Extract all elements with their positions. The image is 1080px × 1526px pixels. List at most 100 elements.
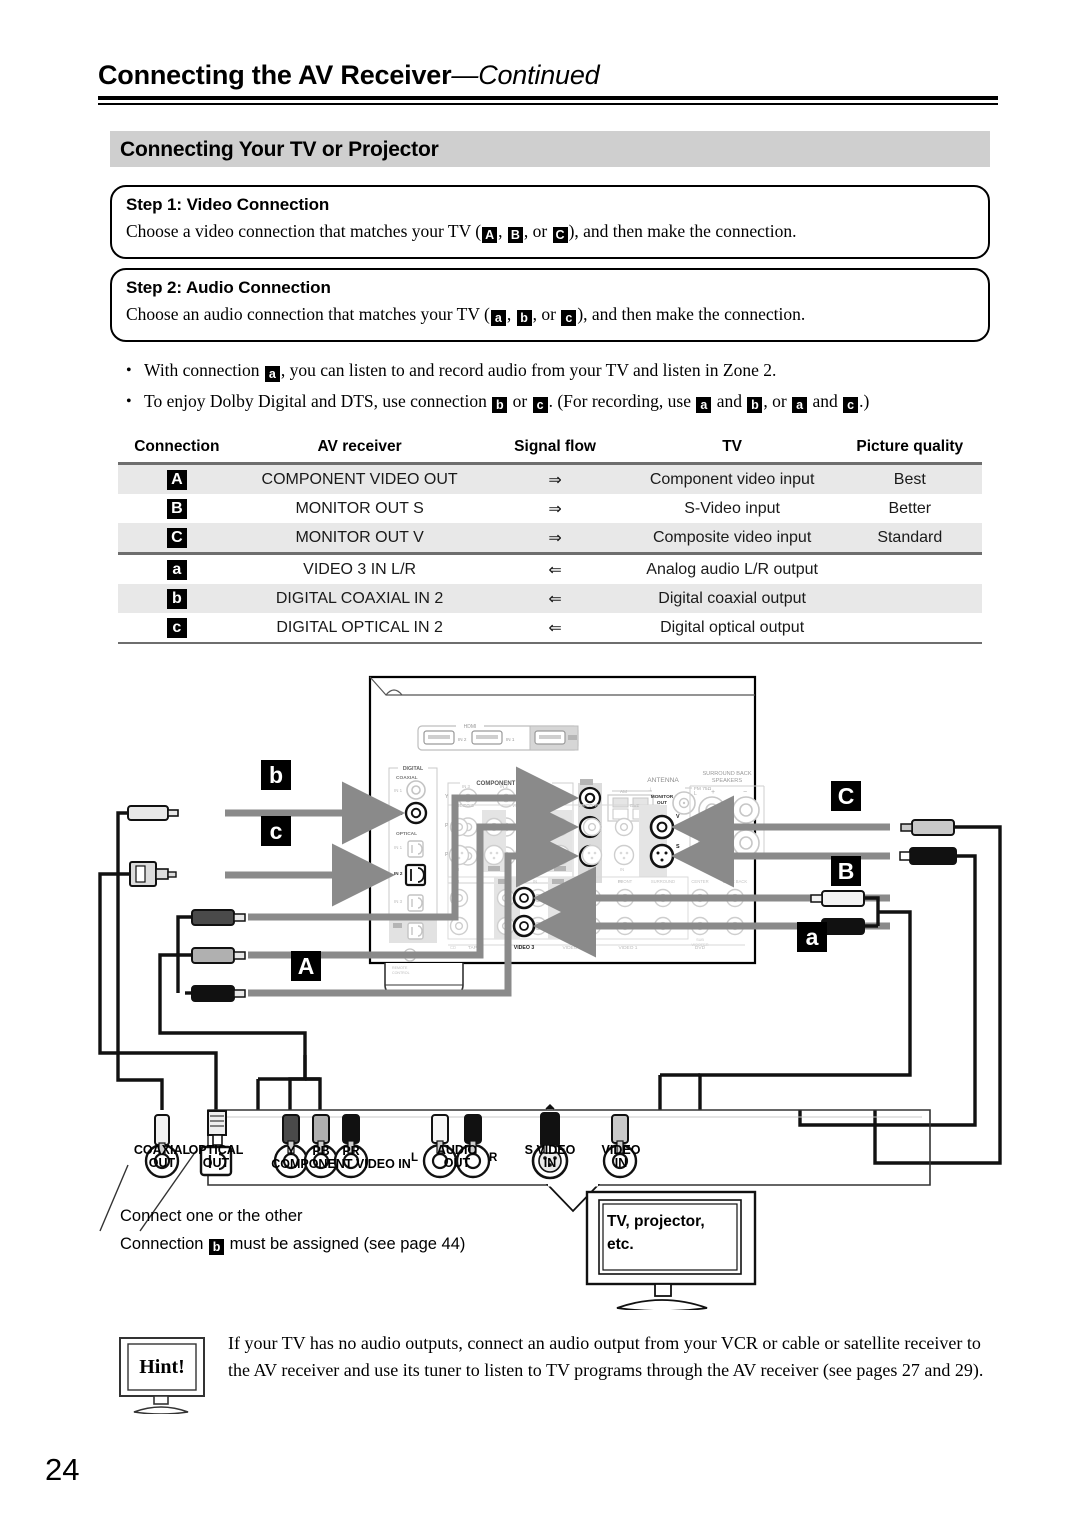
step-2-text-after: ), and then make the connection. — [577, 304, 806, 324]
diagram-badge-A: A — [291, 951, 321, 981]
tv-jack-label-pb: PB — [312, 1144, 330, 1158]
table-row: C MONITOR OUT V ⇒ Composite video input … — [118, 523, 982, 554]
step-1-box: Step 1: Video Connection Choose a video … — [110, 185, 990, 259]
key-badge-b: b — [166, 589, 187, 609]
col-header-av-receiver: AV receiver — [317, 438, 402, 455]
step-1-text-before: Choose a video connection that matches y… — [126, 221, 482, 241]
page-title-main: Connecting the AV Receiver — [98, 60, 452, 90]
step-2-body: Choose an audio connection that matches … — [126, 304, 805, 326]
step-1-text-after: ), and then make the connection. — [568, 221, 797, 241]
col-header-signal-flow: Signal flow — [514, 438, 596, 455]
hint-text: If your TV has no audio outputs, connect… — [228, 1333, 984, 1380]
header-rule-thick — [98, 96, 998, 100]
cell-picture-quality — [838, 613, 982, 643]
tv-jack-label-video-in: VIDEO IN — [601, 1143, 641, 1170]
cell-av-receiver: MONITOR OUT V — [235, 523, 484, 554]
table-row: a VIDEO 3 IN L/R ⇐ Analog audio L/R outp… — [118, 552, 982, 584]
cell-tv: S-Video input — [684, 499, 780, 517]
cell-picture-quality: Better — [888, 499, 932, 517]
cell-signal-flow: ⇒ — [483, 523, 627, 554]
step-1-title: Step 1: Video Connection — [126, 195, 330, 214]
cell-av-receiver: DIGITAL OPTICAL IN 2 — [276, 618, 443, 636]
key-badge-A: A — [482, 227, 498, 243]
step-2-sep1: , — [506, 304, 516, 324]
cell-tv: Digital coaxial output — [626, 584, 838, 613]
cell-signal-flow: ⇐ — [483, 584, 627, 613]
cell-tv: Analog audio L/R output — [626, 552, 838, 584]
key-badge-A: A — [166, 470, 187, 490]
bullet-2-p5: , or — [763, 391, 792, 411]
hint-label: Hint! — [139, 1356, 185, 1378]
key-badge-a: a — [696, 397, 712, 413]
table-bottom-rule — [118, 642, 982, 645]
key-badge-c: c — [532, 397, 548, 413]
bullet-2-p2: or — [508, 391, 532, 411]
table-row: c DIGITAL OPTICAL IN 2 ⇐ Digital optical… — [118, 613, 982, 643]
key-badge-B: B — [166, 499, 187, 519]
bullet-1-p2: , you can listen to and record audio fro… — [280, 360, 777, 380]
cell-av-receiver: DIGITAL COAXIAL IN 2 — [235, 584, 484, 613]
key-badge-b: b — [747, 397, 763, 413]
cell-av-receiver: VIDEO 3 IN L/R — [235, 552, 484, 584]
table-header-row: Connection AV receiver Signal flow TV Pi… — [118, 432, 982, 464]
bullet-item: • With connection a, you can listen to an… — [122, 360, 1002, 382]
diagram-badge-b: b — [261, 760, 291, 790]
table-row: B MONITOR OUT S ⇒ S-Video input Better — [118, 494, 982, 523]
key-badge-a: a — [166, 560, 187, 580]
tv-jack-label-audio-l: L — [411, 1152, 419, 1164]
cell-picture-quality: Standard — [837, 523, 982, 554]
diagram-badge-a: a — [797, 922, 827, 952]
key-badge-b: b — [492, 397, 508, 413]
page-header: Connecting the AV Receiver—Continued — [98, 60, 998, 91]
key-badge-B: B — [507, 227, 523, 243]
cell-signal-flow: ⇒ — [548, 500, 562, 518]
step-2-sep2: , or — [532, 304, 561, 324]
cell-connection: C — [118, 523, 236, 554]
cell-signal-flow: ⇐ — [483, 552, 627, 584]
page-title-continued: —Continued — [451, 60, 600, 90]
section-bar: Connecting Your TV or Projector — [110, 131, 990, 167]
diagram-notes: Connect one or the other Connection b mu… — [120, 1203, 640, 1257]
step-1-body: Choose a video connection that matches y… — [126, 221, 796, 243]
cell-connection: A — [118, 462, 236, 494]
step-2-text-before: Choose an audio connection that matches … — [126, 304, 490, 324]
cell-av-receiver: COMPONENT VIDEO OUT — [235, 462, 484, 494]
key-badge-C: C — [552, 227, 568, 243]
note-line-2: Connection b must be assigned (see page … — [120, 1231, 640, 1257]
tv-jack-label-pr: PR — [342, 1144, 360, 1158]
notes-bullet-list: • With connection a , you can listen to an… — [122, 360, 1002, 422]
cell-signal-flow: ⇐ — [548, 619, 562, 637]
cell-tv: Digital optical output — [660, 618, 805, 636]
key-badge-a: a — [490, 310, 506, 326]
col-header-tv: TV — [722, 438, 743, 455]
step-1-sep1: , — [498, 221, 507, 241]
bullet-2-p4: and — [712, 391, 747, 411]
bullet-1-p1: With connection — [144, 360, 264, 380]
cell-picture-quality — [837, 584, 982, 613]
cell-signal-flow: ⇒ — [483, 462, 627, 494]
note-line-1: Connect one or the other — [120, 1207, 303, 1225]
key-badge-C: C — [166, 528, 187, 548]
diagram-badge-C: C — [831, 781, 861, 811]
cell-tv: Component video input — [626, 462, 838, 494]
note-line-2-p1: Connection — [120, 1235, 209, 1253]
bullet-2-p7: .) — [859, 391, 870, 411]
bullet-dot-icon: • — [126, 393, 132, 410]
diagram-badge-c: c — [261, 816, 291, 846]
tv-jack-label-component-video-in: COMPONENT VIDEO IN — [271, 1157, 411, 1171]
section-title: Connecting Your TV or Projector — [120, 138, 439, 161]
diagram-badge-B: B — [831, 856, 861, 886]
bullet-item: • To enjoy Dolby Digital and DTS, use con… — [122, 391, 1002, 413]
table-row: b DIGITAL COAXIAL IN 2 ⇐ Digital coaxial… — [118, 584, 982, 613]
key-badge-a: a — [792, 397, 808, 413]
key-badge-c: c — [561, 310, 577, 326]
bullet-2-p1: To enjoy Dolby Digital and DTS, use conn… — [144, 391, 492, 411]
header-rule-thin — [98, 103, 998, 105]
key-badge-c: c — [843, 397, 859, 413]
cell-connection: b — [118, 584, 236, 613]
tv-jack-label-audio-r: R — [489, 1152, 498, 1164]
table-row: A COMPONENT VIDEO OUT ⇒ Component video … — [118, 462, 982, 494]
cell-connection: a — [118, 552, 236, 584]
manual-page: Connecting the AV Receiver—Continued Con… — [0, 0, 1080, 1526]
bullet-2-p6: and — [808, 391, 843, 411]
